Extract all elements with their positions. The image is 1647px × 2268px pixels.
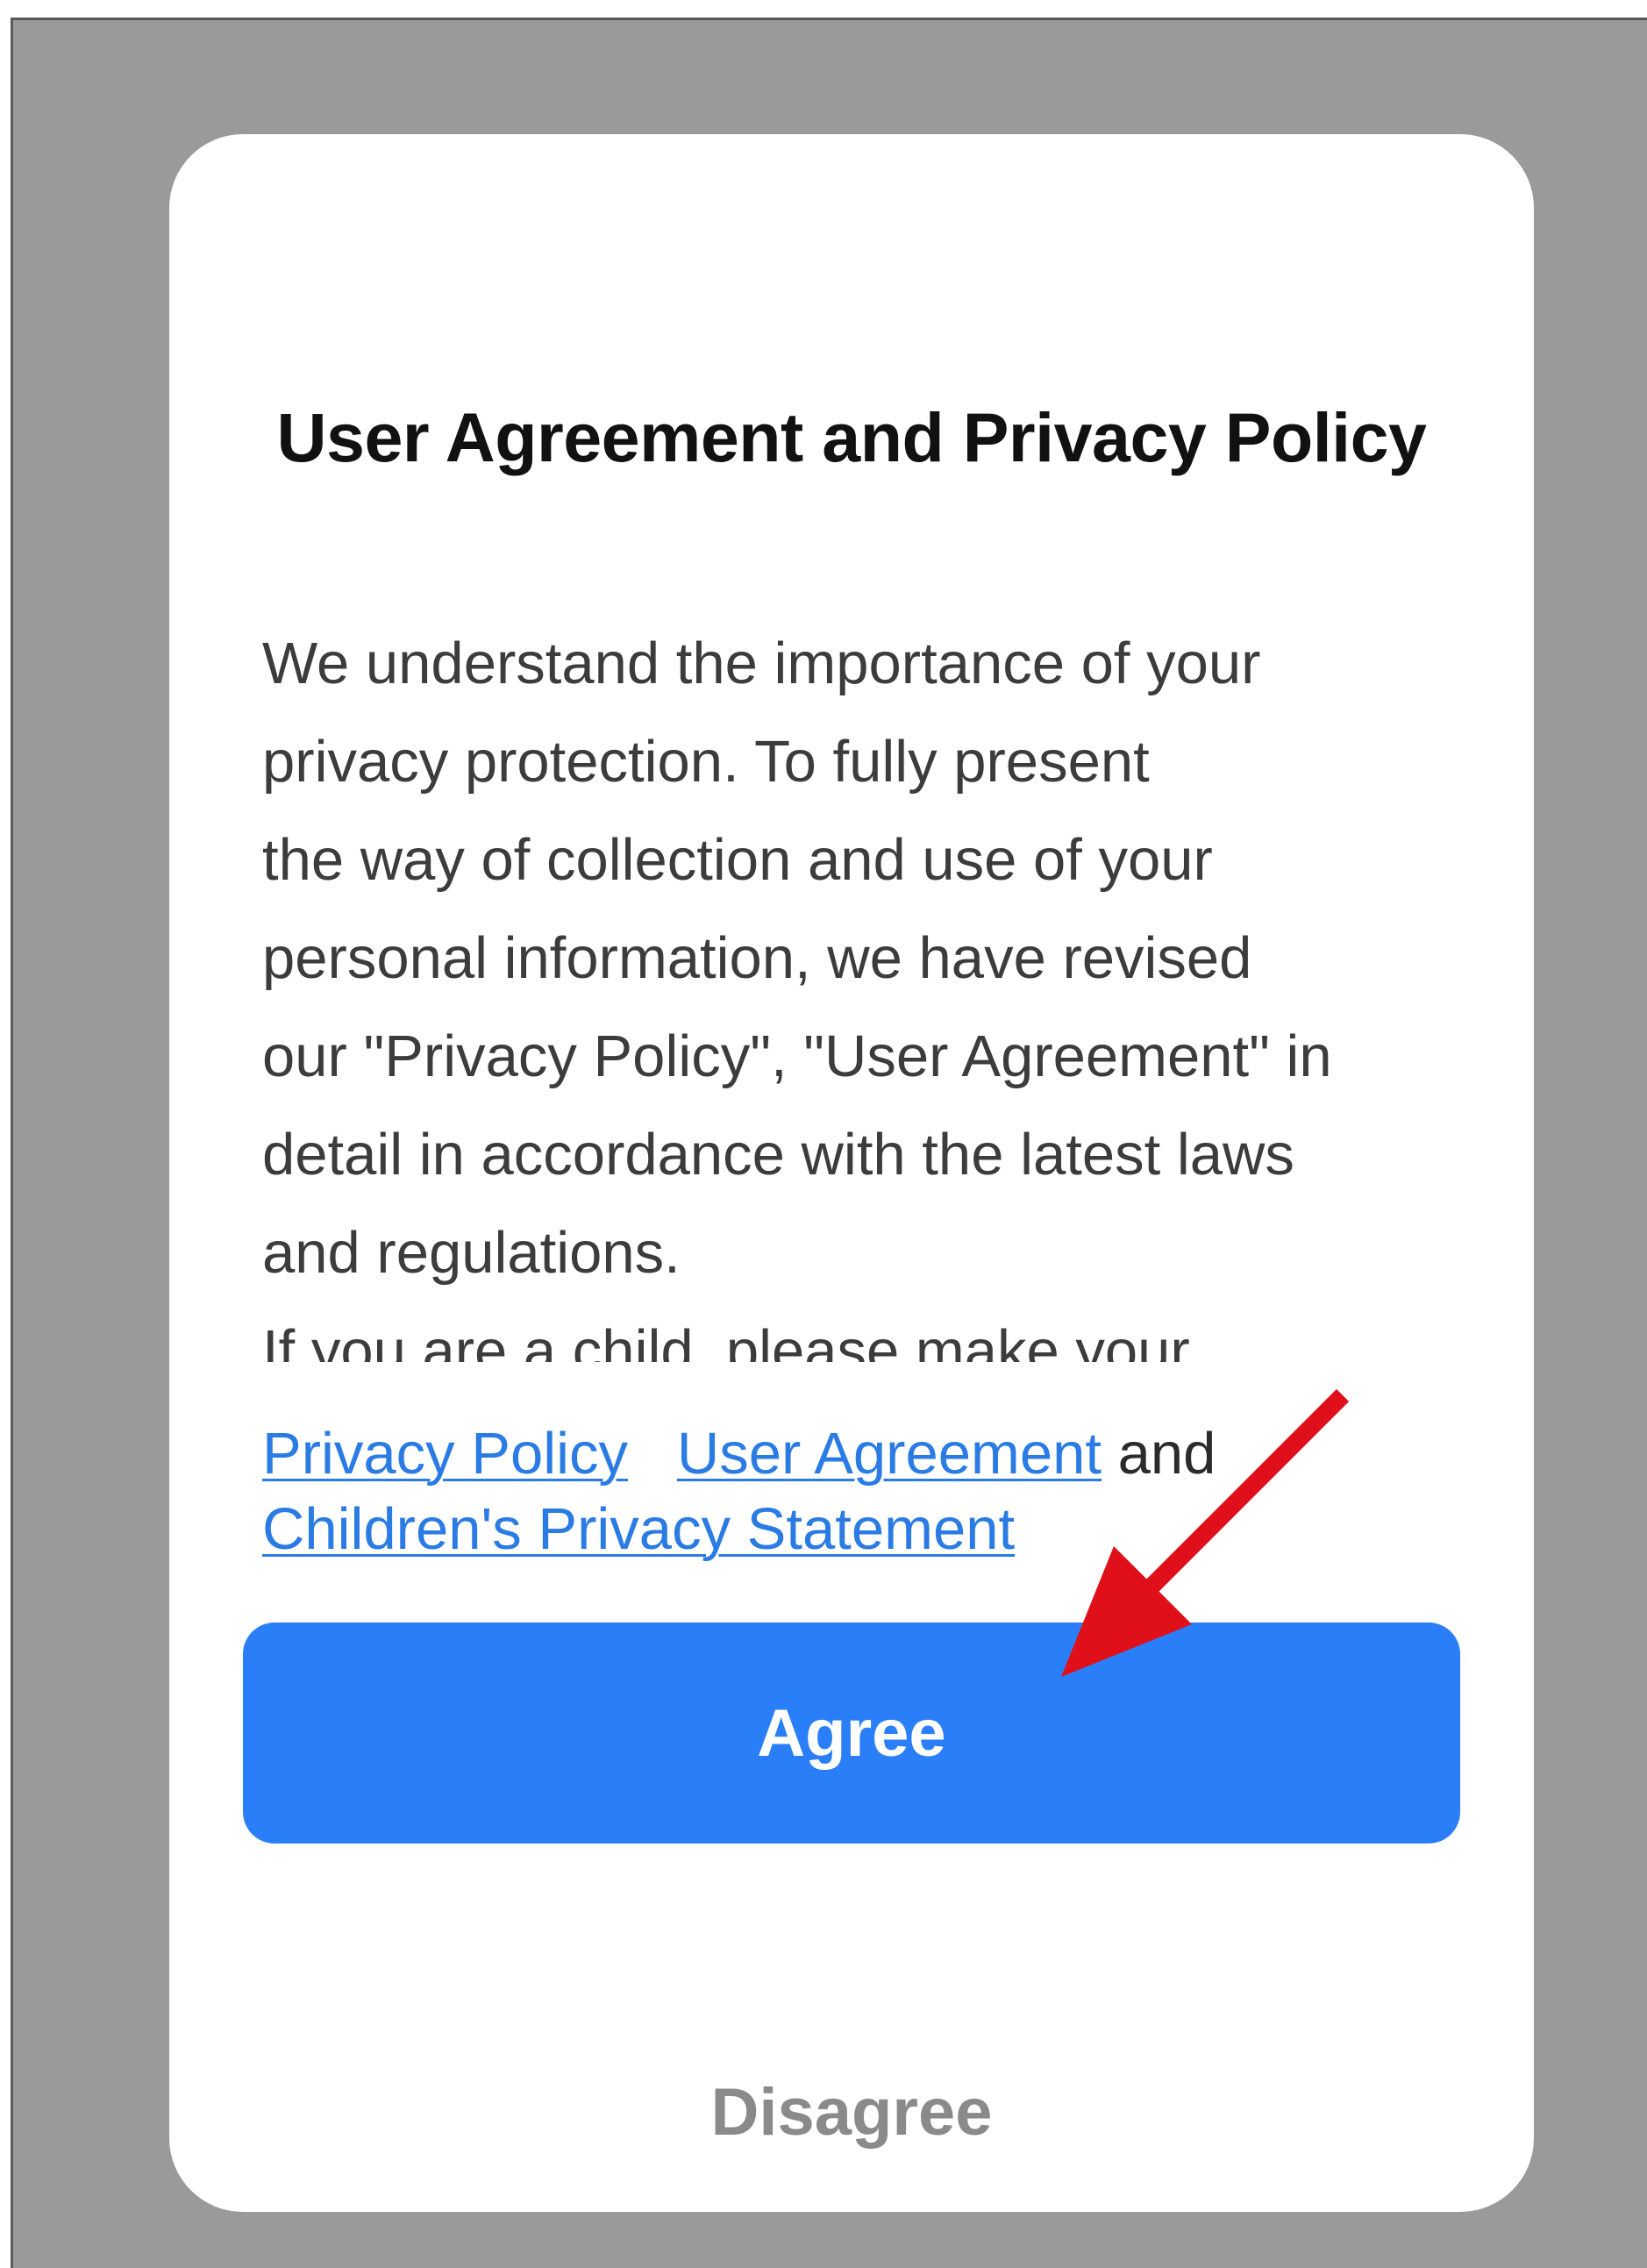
agreement-text-line: If you are a child, please make your <box>262 1318 1190 1362</box>
privacy-policy-link[interactable]: Privacy Policy <box>262 1421 628 1487</box>
user-agreement-link[interactable]: User Agreement <box>677 1421 1102 1487</box>
agreement-dialog: User Agreement and Privacy Policy We und… <box>169 134 1534 2212</box>
agreement-text-line: privacy protection. To fully present <box>262 729 1150 795</box>
agreement-text-scroll[interactable]: We understand the importance of your pri… <box>262 615 1437 1362</box>
agreement-text-line: the way of collection and use of your <box>262 827 1213 893</box>
agreement-text-line: We understand the importance of your <box>262 631 1261 696</box>
agreement-text: We understand the importance of your pri… <box>262 615 1437 1362</box>
agreement-text-line: our "Privacy Policy", "User Agreement" i… <box>262 1023 1332 1089</box>
disagree-button[interactable]: Disagree <box>169 2064 1534 2160</box>
agreement-text-line: personal information, we have revised <box>262 925 1252 991</box>
and-text: and <box>1117 1421 1216 1487</box>
policy-links: Privacy Policy User Agreement and Childr… <box>262 1416 1472 1567</box>
agree-button[interactable]: Agree <box>243 1623 1460 1844</box>
modal-overlay: User Agreement and Privacy Policy We und… <box>11 18 1647 2268</box>
agreement-text-line: and regulations. <box>262 1220 681 1286</box>
dialog-title: User Agreement and Privacy Policy <box>276 398 1428 476</box>
childrens-privacy-statement-link[interactable]: Children's Privacy Statement <box>262 1496 1015 1562</box>
agreement-text-line: detail in accordance with the latest law… <box>262 1122 1294 1187</box>
